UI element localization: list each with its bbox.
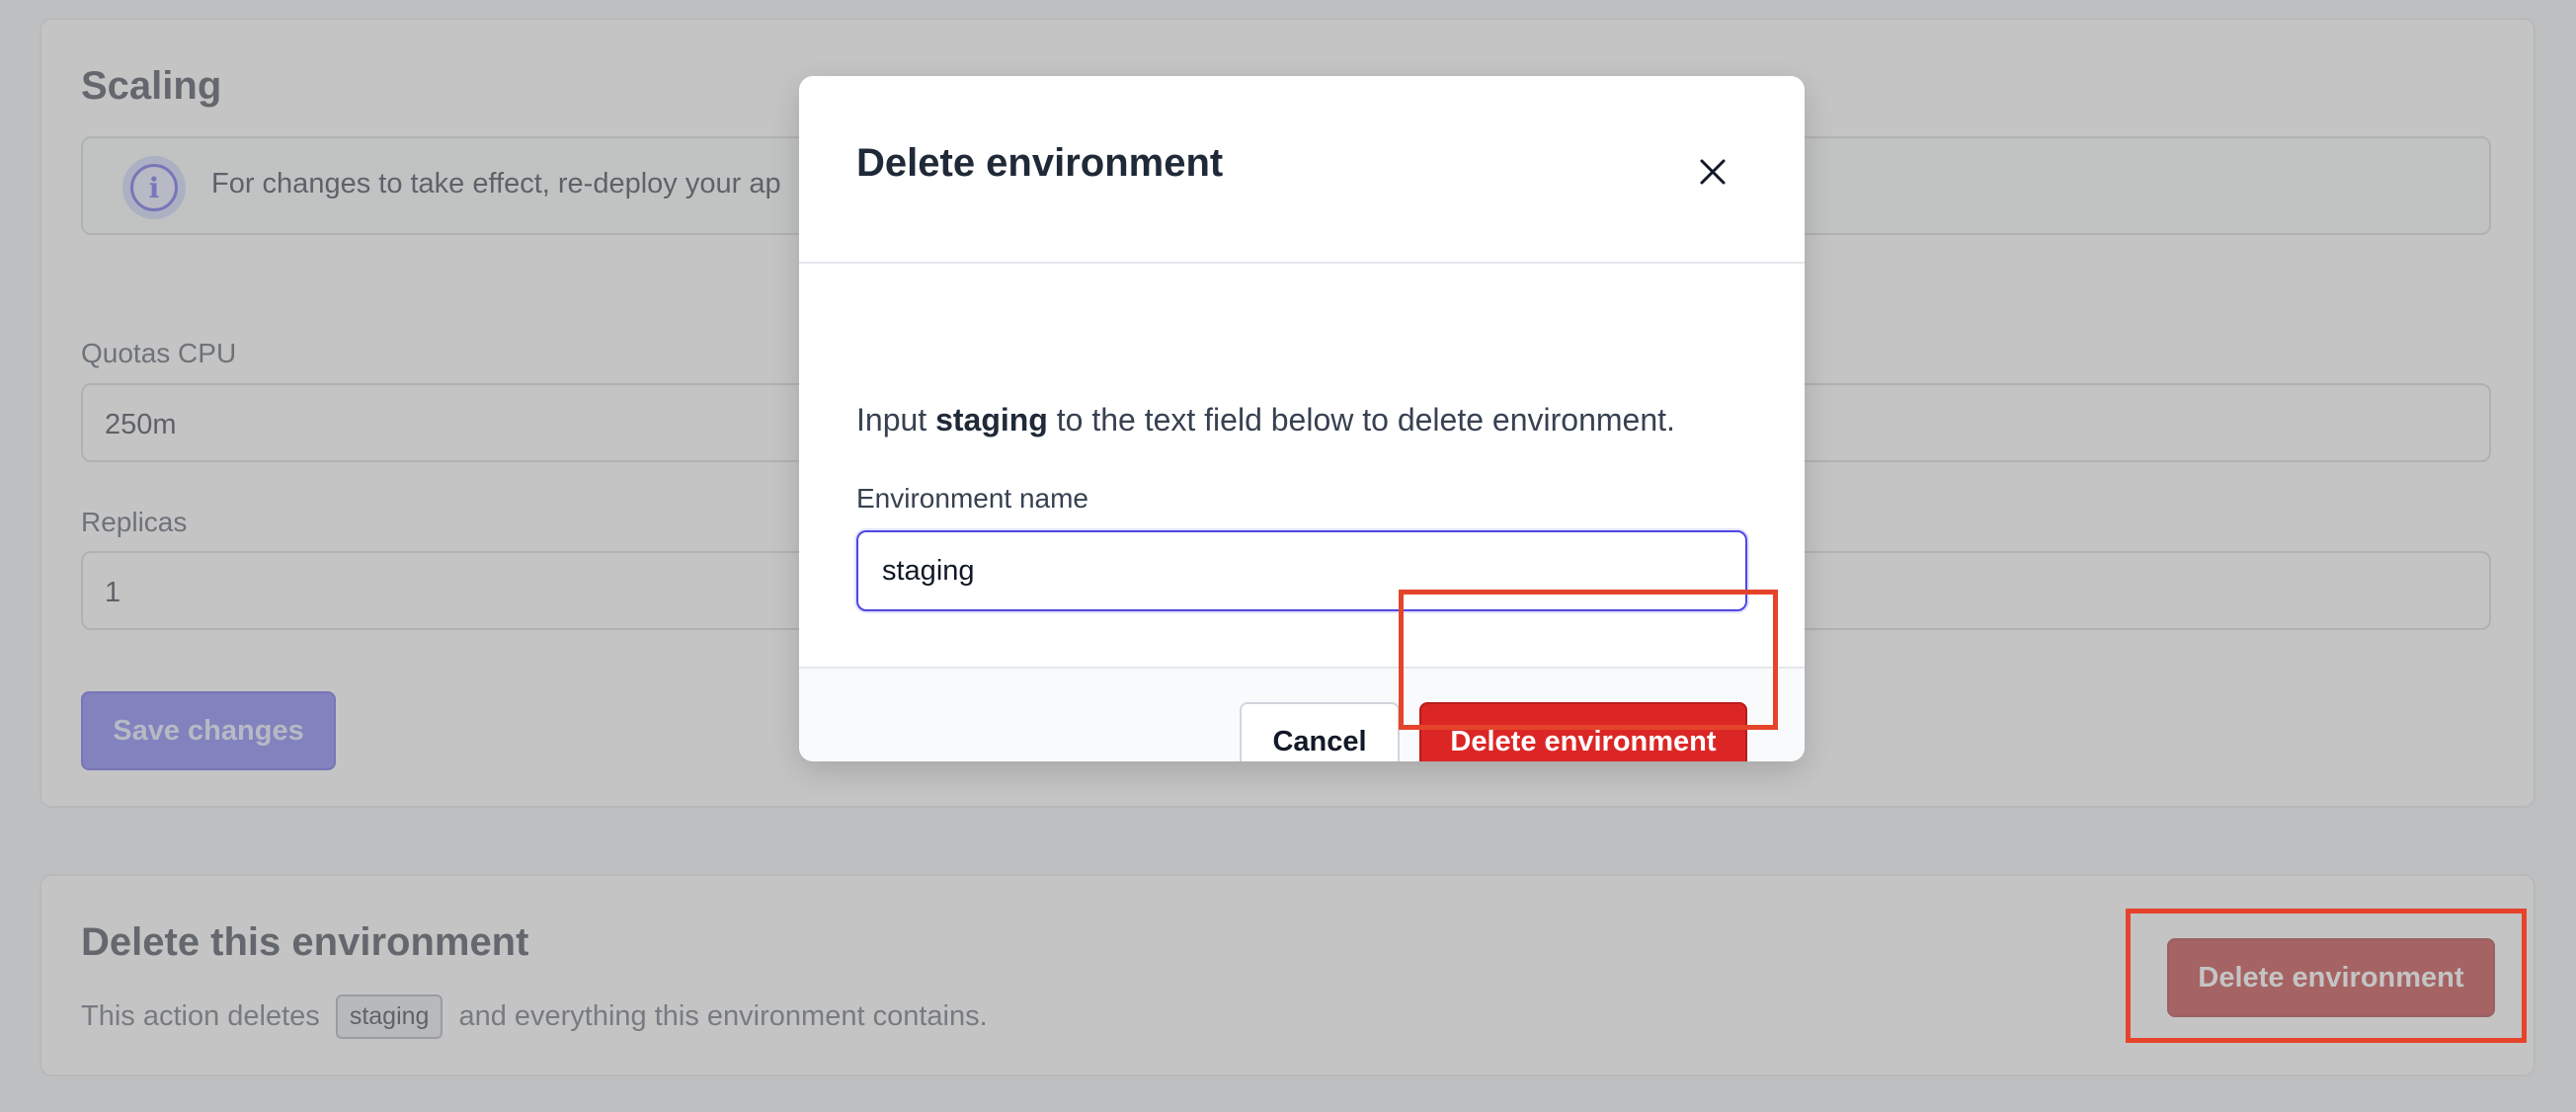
dialog-instruction: Input staging to the text field below to… [856,402,1675,438]
environment-name-input[interactable] [856,530,1747,611]
environment-name-label: Environment name [856,483,1089,514]
dialog-body: Input staging to the text field below to… [799,264,1805,667]
instruction-suffix: to the text field below to delete enviro… [1056,402,1675,437]
cancel-button[interactable]: Cancel [1240,702,1400,761]
instruction-environment-name: staging [935,402,1048,437]
delete-environment-dialog: Delete environment Input staging to the … [799,76,1805,761]
dialog-header: Delete environment [799,76,1805,264]
environment-settings-page: Scaling i For changes to take effect, re… [0,0,2576,1112]
instruction-prefix: Input [856,402,927,437]
dialog-title: Delete environment [856,141,1224,185]
close-icon[interactable] [1686,145,1739,199]
confirm-delete-button[interactable]: Delete environment [1419,702,1747,761]
